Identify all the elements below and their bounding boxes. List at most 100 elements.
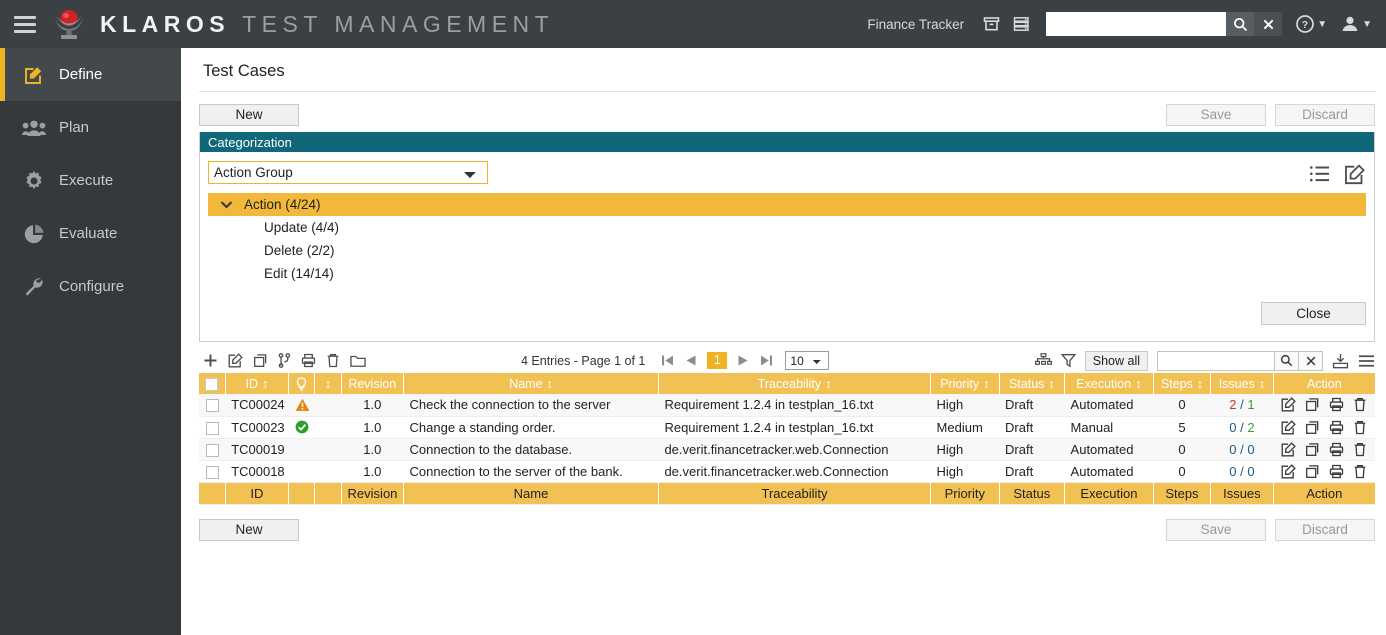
row-select-cell[interactable] [199, 438, 226, 461]
tree-node-action[interactable]: Action (4/24) [208, 193, 1366, 216]
print-icon[interactable] [1329, 420, 1344, 435]
copy-icon[interactable] [1305, 464, 1320, 479]
sidebar-item-execute[interactable]: Execute [0, 154, 181, 207]
row-checkbox[interactable] [205, 421, 219, 435]
row-checkbox[interactable] [205, 443, 219, 457]
tree-node-label: Delete (2/2) [264, 243, 335, 258]
column-header-priority[interactable]: Priority ↕ [930, 373, 1000, 394]
sidebar-item-evaluate[interactable]: Evaluate [0, 207, 181, 260]
row-select-cell[interactable] [199, 460, 226, 483]
cell-id[interactable]: TC00018 [225, 460, 289, 483]
column-header-sort2[interactable]: ↕ [314, 373, 342, 394]
column-header-name[interactable]: Name ↕ [403, 373, 659, 394]
trash-icon[interactable] [1353, 464, 1367, 479]
first-page-icon[interactable] [661, 354, 674, 367]
row-checkbox[interactable] [205, 465, 219, 479]
main-content: Test Cases New Save Discard Categorizati… [181, 48, 1386, 635]
page-size-select[interactable]: 10 [785, 351, 830, 370]
row-select-cell[interactable] [199, 416, 226, 439]
row-checkbox[interactable] [205, 399, 219, 413]
column-header-id[interactable]: ID ↕ [225, 373, 290, 394]
cell-steps: 5 [1153, 416, 1211, 439]
trash-icon[interactable] [1353, 397, 1367, 412]
show-all-button[interactable]: Show all [1084, 350, 1148, 371]
tree-node-edit[interactable]: Edit (14/14) [208, 262, 1366, 285]
row-select-cell[interactable] [199, 394, 226, 417]
search-input[interactable] [1046, 12, 1227, 36]
search-icon[interactable] [1275, 350, 1299, 371]
column-header-steps[interactable]: Steps ↕ [1153, 373, 1212, 394]
column-header-status[interactable]: Status ↕ [999, 373, 1066, 394]
copy-icon[interactable] [253, 353, 268, 368]
print-icon[interactable] [1329, 397, 1344, 412]
sidebar-item-define[interactable]: Define [0, 48, 181, 101]
folder-icon[interactable] [350, 354, 366, 368]
issues-open: 0 [1229, 419, 1237, 435]
tree-node-update[interactable]: Update (4/4) [208, 216, 1366, 239]
cell-id[interactable]: TC00024 [225, 394, 289, 417]
new-button-bottom[interactable]: New [199, 518, 299, 541]
column-header-traceability[interactable]: Traceability ↕ [658, 373, 932, 394]
last-page-icon[interactable] [760, 354, 773, 367]
sidebar-item-plan[interactable]: Plan [0, 101, 181, 154]
table-row[interactable]: TC00024 1.0 Check the connection to the … [199, 394, 1375, 417]
edit-square-icon[interactable] [1344, 164, 1366, 185]
table-row[interactable]: TC00019 1.0 Connection to the database. … [199, 438, 1375, 461]
table-row[interactable]: TC00023 1.0 Change a standing order. Req… [199, 416, 1375, 439]
trash-icon[interactable] [1353, 442, 1367, 457]
print-icon[interactable] [1329, 442, 1344, 457]
menu-icon[interactable] [1358, 354, 1375, 368]
prev-page-icon[interactable] [684, 354, 697, 367]
chevron-down-icon[interactable] [218, 200, 235, 209]
cell-status: Draft [999, 394, 1065, 417]
filter-icon[interactable] [1060, 353, 1076, 368]
print-icon[interactable] [1329, 464, 1344, 479]
user-menu[interactable]: ▼ [1341, 15, 1372, 33]
column-header-execution[interactable]: Execution ↕ [1064, 373, 1154, 394]
table-filter-input[interactable] [1157, 350, 1275, 371]
cell-id[interactable]: TC00023 [225, 416, 289, 439]
save-button-top[interactable]: Save [1166, 104, 1266, 126]
discard-button-bottom[interactable]: Discard [1275, 518, 1375, 541]
new-button-top[interactable]: New [199, 104, 299, 126]
branch-icon[interactable] [278, 353, 291, 368]
edit-square-icon[interactable] [1281, 397, 1296, 412]
copy-icon[interactable] [1305, 397, 1320, 412]
column-header-flag[interactable] [288, 373, 316, 394]
category-select[interactable]: Action Group [208, 161, 488, 184]
trash-icon[interactable] [326, 353, 340, 368]
edit-square-icon[interactable] [1281, 463, 1296, 479]
trash-icon[interactable] [1353, 420, 1367, 435]
test-case-table-section: 4 Entries - Page 1 of 1 1 10 Show all ID… [199, 348, 1375, 505]
menu-icon[interactable] [14, 15, 36, 33]
issues-closed: 2 [1247, 419, 1255, 435]
search-icon[interactable] [1226, 12, 1255, 36]
plus-icon[interactable] [203, 353, 218, 368]
help-menu[interactable]: ? ▼ [1296, 15, 1327, 33]
table-row[interactable]: TC00018 1.0 Connection to the server of … [199, 460, 1375, 483]
clear-icon[interactable] [1254, 12, 1283, 36]
column-header-select-all[interactable] [199, 373, 226, 394]
copy-icon[interactable] [1305, 420, 1320, 435]
export-icon[interactable] [1332, 353, 1349, 369]
clear-icon[interactable] [1299, 350, 1323, 371]
close-button[interactable]: Close [1261, 302, 1366, 325]
select-all-checkbox[interactable] [205, 377, 219, 391]
discard-button-top[interactable]: Discard [1275, 104, 1375, 126]
current-page[interactable]: 1 [707, 352, 728, 369]
cell-id[interactable]: TC00019 [225, 438, 289, 461]
archive-icon[interactable] [978, 11, 1004, 37]
column-header-issues[interactable]: Issues ↕ [1210, 373, 1274, 394]
server-icon[interactable] [1008, 11, 1034, 37]
list-icon[interactable] [1309, 164, 1331, 185]
print-icon[interactable] [301, 353, 316, 368]
edit-square-icon[interactable] [1281, 419, 1296, 435]
next-page-icon[interactable] [737, 354, 750, 367]
hierarchy-icon[interactable] [1034, 353, 1052, 368]
save-button-bottom[interactable]: Save [1166, 518, 1266, 541]
tree-node-delete[interactable]: Delete (2/2) [208, 239, 1366, 262]
copy-icon[interactable] [1305, 442, 1320, 457]
edit-square-icon[interactable] [1281, 441, 1296, 457]
sidebar-item-configure[interactable]: Configure [0, 260, 181, 313]
edit-square-icon[interactable] [228, 353, 243, 368]
